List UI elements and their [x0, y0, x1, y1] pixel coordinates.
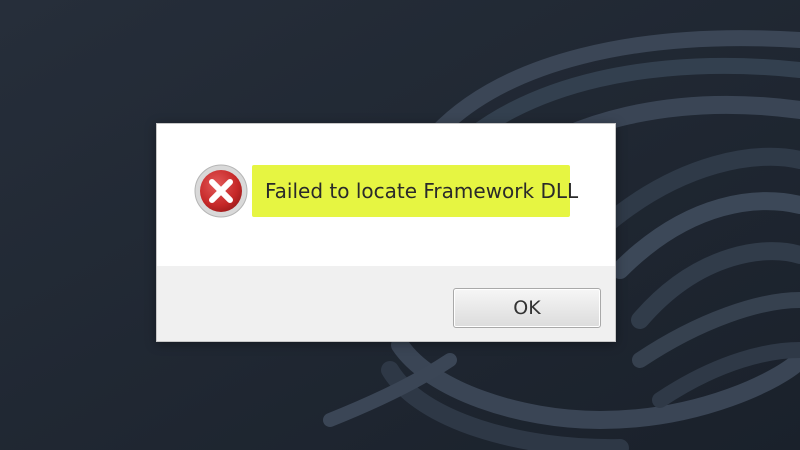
dialog-footer: OK: [157, 266, 615, 341]
dialog-body: Failed to locate Framework DLL: [157, 124, 615, 266]
ok-button[interactable]: OK: [453, 288, 601, 328]
error-dialog: Failed to locate Framework DLL OK: [156, 123, 616, 342]
error-icon: [193, 163, 249, 219]
error-message: Failed to locate Framework DLL: [265, 179, 579, 203]
